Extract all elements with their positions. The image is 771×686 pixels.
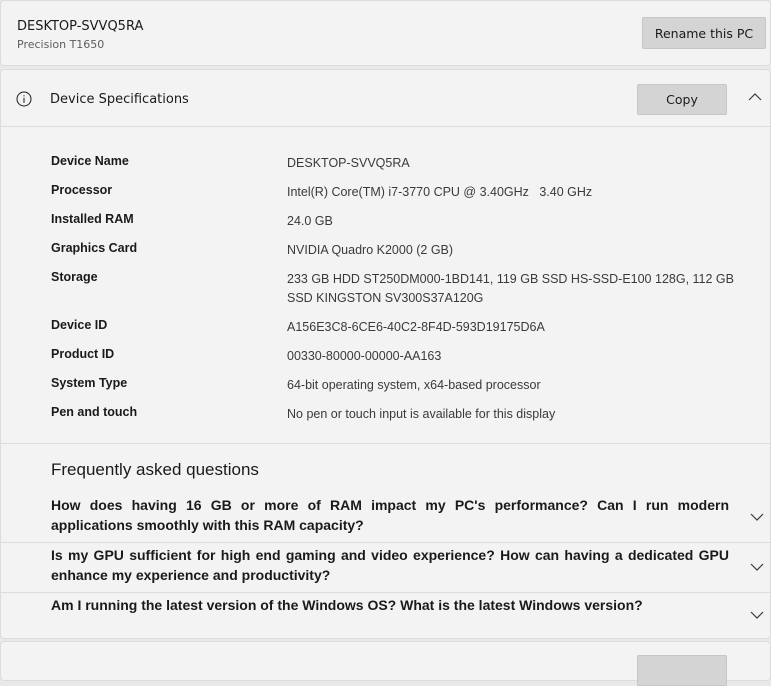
spec-value: 64-bit operating system, x64-based proce… [287, 378, 541, 392]
spec-value: NVIDIA Quadro K2000 (2 GB) [287, 243, 454, 257]
spec-label: Installed RAM [51, 212, 134, 226]
spec-label: Product ID [51, 347, 115, 361]
spec-value: DESKTOP-SVVQ5RA [287, 156, 410, 170]
faq-question: How does having 16 GB or more of RAM imp… [51, 497, 729, 533]
spec-value: 24.0 GB [287, 214, 333, 228]
next-card-button[interactable] [637, 655, 727, 686]
faq-item-ram[interactable]: How does having 16 GB or more of RAM imp… [1, 495, 770, 543]
pc-name-card: DESKTOP-SVVQ5RA Precision T1650 Rename t… [0, 0, 771, 66]
info-icon [16, 91, 32, 107]
faq-question: Is my GPU sufficient for high end gaming… [51, 547, 729, 583]
device-specifications-card: Device Specifications Copy Device Name D… [0, 69, 771, 639]
spec-value: No pen or touch input is available for t… [287, 407, 556, 421]
pc-model: Precision T1650 [17, 38, 105, 51]
faq-item-gpu[interactable]: Is my GPU sufficient for high end gaming… [1, 545, 770, 593]
rename-pc-button[interactable]: Rename this PC [642, 17, 766, 49]
chevron-up-icon[interactable] [746, 90, 764, 104]
spec-label: System Type [51, 376, 128, 390]
pc-name: DESKTOP-SVVQ5RA [17, 19, 144, 34]
device-specifications-header[interactable]: Device Specifications Copy [1, 70, 770, 127]
device-specifications-title: Device Specifications [50, 92, 189, 107]
faq-question: Am I running the latest version of the W… [51, 597, 643, 613]
spec-value: A156E3C8-6CE6-40C2-8F4D-593D19175D6A [287, 320, 545, 334]
spec-label: Processor [51, 183, 113, 197]
spec-label: Storage [51, 270, 98, 284]
faq-title: Frequently asked questions [51, 460, 259, 479]
faq-item-windows-version[interactable]: Am I running the latest version of the W… [1, 595, 770, 639]
spec-label: Pen and touch [51, 405, 138, 419]
next-settings-card [0, 641, 771, 686]
spec-value: 00330-80000-00000-AA163 [287, 349, 442, 363]
spec-value: Intel(R) Core(TM) i7-3770 CPU @ 3.40GHz … [287, 185, 593, 199]
chevron-down-icon[interactable] [748, 561, 766, 573]
specs-list: Device Name DESKTOP-SVVQ5RA Processor In… [1, 127, 770, 444]
chevron-down-icon[interactable] [748, 609, 766, 621]
chevron-down-icon[interactable] [748, 511, 766, 523]
copy-button[interactable]: Copy [637, 84, 727, 115]
spec-label: Device ID [51, 318, 108, 332]
spec-label: Device Name [51, 154, 129, 168]
spec-label: Graphics Card [51, 241, 138, 255]
spec-value: 233 GB HDD ST250DM000-1BD141, 119 GB SSD… [287, 272, 734, 305]
